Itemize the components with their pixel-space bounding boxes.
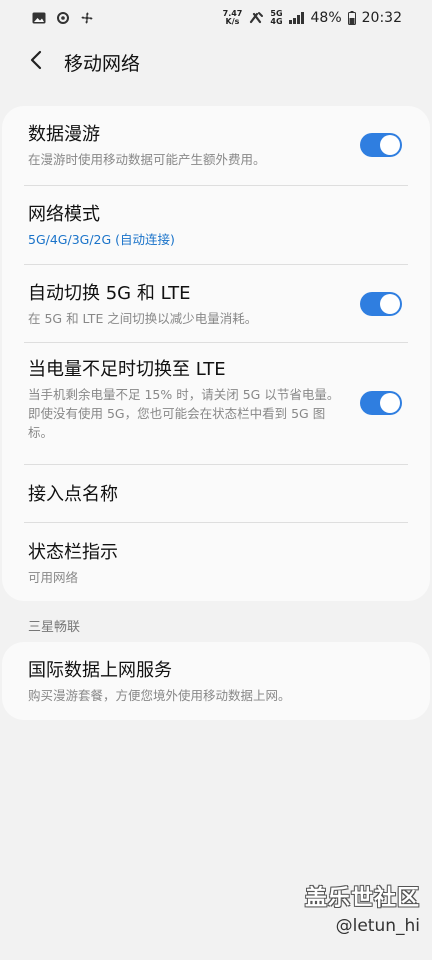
setting-subtitle: 当手机剩余电量不足 15% 时，请关闭 5G 以节省电量。即使没有使用 5G，您…: [28, 387, 340, 440]
network-type-bottom: 4G: [270, 17, 283, 26]
setting-subtitle: 5G/4G/3G/2G (自动连接): [28, 232, 175, 247]
network-type-indicator: 5G 4G: [270, 10, 282, 26]
setting-title: 网络模式: [28, 204, 100, 225]
status-bar: 7.47 K/s 5G 4G 48% 20:32: [0, 0, 432, 36]
setting-apn[interactable]: 接入点名称: [2, 465, 430, 523]
low-battery-lte-toggle[interactable]: [360, 391, 402, 415]
setting-title: 国际数据上网服务: [28, 660, 172, 681]
back-button[interactable]: [8, 36, 64, 88]
signal-icon: [288, 12, 305, 24]
setting-subtitle: 在 5G 和 LTE 之间切换以减少电量消耗。: [28, 311, 258, 326]
app-header: 移动网络: [0, 36, 432, 88]
auto-switch-toggle[interactable]: [360, 292, 402, 316]
watermark-handle: @letun_hi: [335, 916, 420, 936]
setting-subtitle: 在漫游时使用移动数据可能产生额外费用。: [28, 152, 266, 167]
toggle-knob: [380, 135, 400, 155]
settings-card: 数据漫游 在漫游时使用移动数据可能产生额外费用。 网络模式 5G/4G/3G/2…: [2, 106, 430, 601]
setting-status-bar-indicator[interactable]: 状态栏指示 可用网络: [2, 523, 430, 601]
setting-auto-switch-5g-lte[interactable]: 自动切换 5G 和 LTE 在 5G 和 LTE 之间切换以减少电量消耗。: [2, 265, 430, 343]
samsung-card: 国际数据上网服务 购买漫游套餐，方便您境外使用移动数据上网。: [2, 642, 430, 720]
gallery-icon: [32, 12, 46, 24]
setting-title: 自动切换 5G 和 LTE: [28, 283, 191, 304]
toggle-knob: [380, 294, 400, 314]
battery-icon: [347, 11, 356, 25]
section-label-samsung: 三星畅联: [28, 620, 81, 635]
setting-data-roaming[interactable]: 数据漫游 在漫游时使用移动数据可能产生额外费用。: [2, 106, 430, 186]
back-arrow-icon: [29, 50, 43, 74]
net-speed-indicator: 7.47 K/s: [223, 10, 243, 26]
status-bar-left: [32, 11, 94, 25]
fan-icon: [80, 11, 94, 25]
watermark-title: 盖乐世社区: [304, 886, 420, 911]
watermark: 盖乐世社区 @letun_hi: [305, 880, 420, 936]
toggle-knob: [380, 393, 400, 413]
mute-icon: [248, 11, 264, 25]
setting-title: 接入点名称: [28, 484, 118, 505]
setting-low-battery-lte[interactable]: 当电量不足时切换至 LTE 当手机剩余电量不足 15% 时，请关闭 5G 以节省…: [2, 343, 430, 465]
setting-subtitle: 可用网络: [28, 570, 79, 585]
setting-subtitle: 购买漫游套餐，方便您境外使用移动数据上网。: [28, 688, 291, 703]
setting-title: 状态栏指示: [28, 542, 118, 563]
status-bar-right: 7.47 K/s 5G 4G 48% 20:32: [223, 10, 402, 27]
battery-percent: 48%: [310, 10, 342, 26]
sync-icon: [56, 11, 70, 25]
page-title: 移动网络: [64, 52, 141, 75]
setting-title: 当电量不足时切换至 LTE: [28, 359, 226, 380]
data-roaming-toggle[interactable]: [360, 133, 402, 157]
setting-international-data[interactable]: 国际数据上网服务 购买漫游套餐，方便您境外使用移动数据上网。: [2, 642, 430, 720]
clock: 20:32: [361, 10, 402, 26]
setting-network-mode[interactable]: 网络模式 5G/4G/3G/2G (自动连接): [2, 186, 430, 265]
net-speed-unit: K/s: [225, 17, 240, 26]
setting-title: 数据漫游: [28, 124, 100, 145]
